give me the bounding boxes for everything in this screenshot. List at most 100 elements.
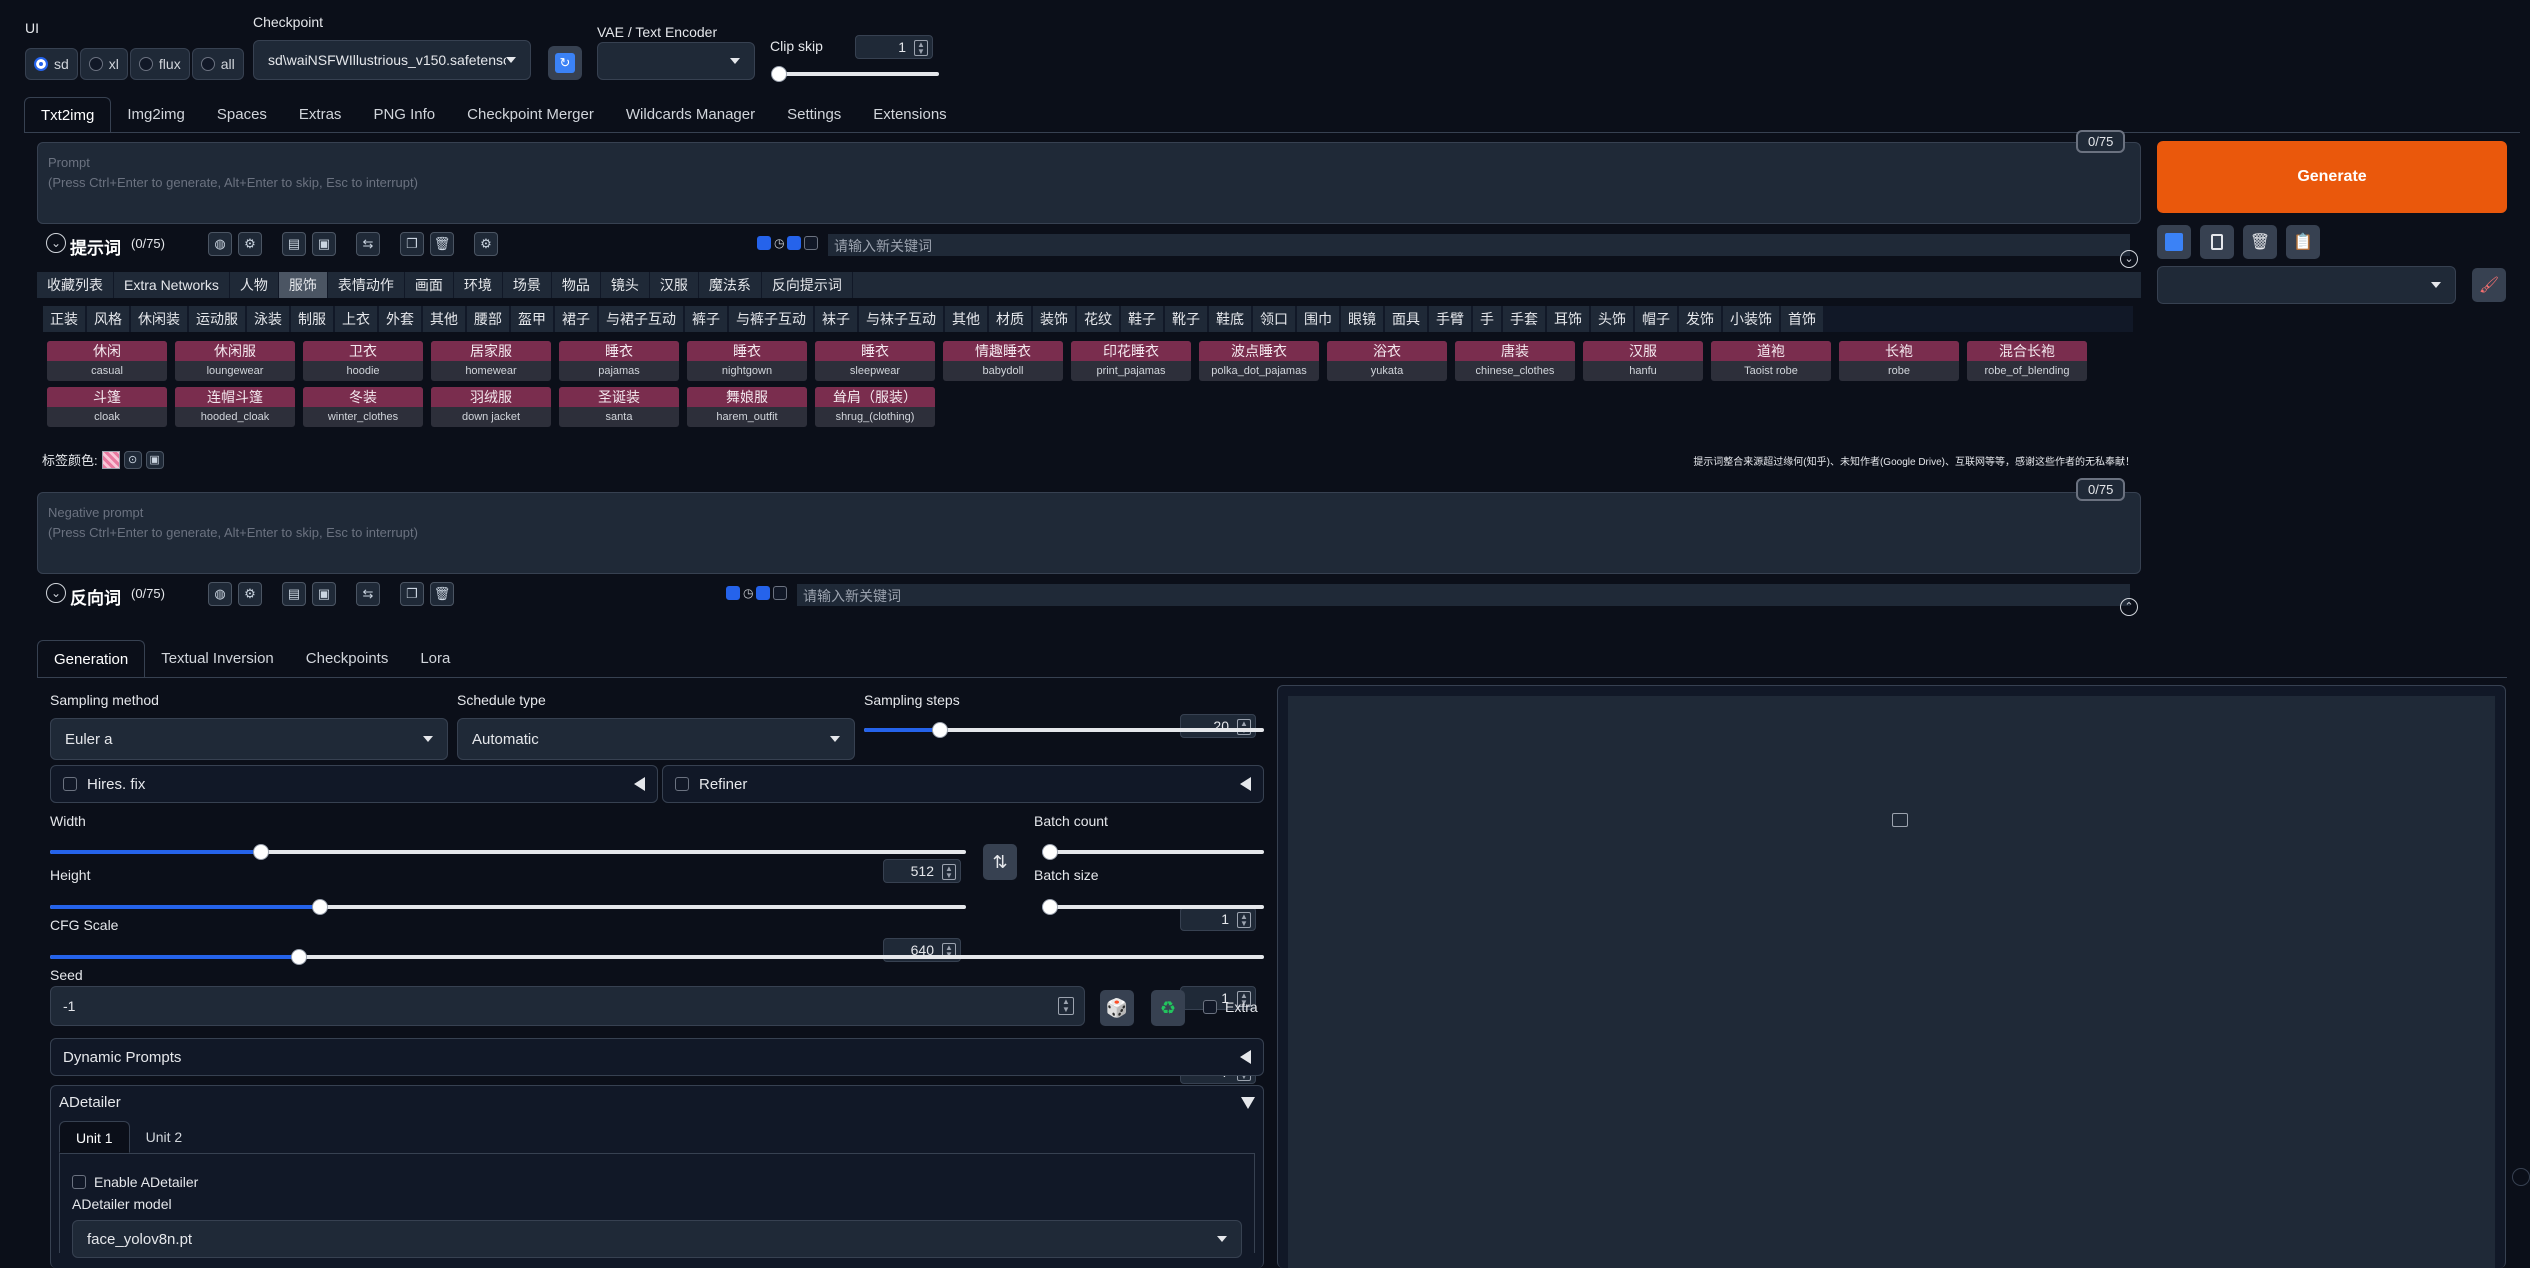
tag-subcategory[interactable]: 正装 — [43, 306, 85, 332]
batch-size-slider[interactable] — [1042, 899, 1264, 915]
refiner-accordion[interactable]: Refiner — [662, 765, 1264, 803]
tag-category[interactable]: 画面 — [405, 272, 454, 298]
stepper-icon[interactable]: ▲▼ — [1237, 912, 1251, 928]
scroll-handle-icon[interactable] — [2512, 1168, 2530, 1186]
tag-subcategory[interactable]: 帽子 — [1635, 306, 1677, 332]
tag-category-active[interactable]: 服饰 — [278, 272, 328, 298]
prompt-textarea[interactable]: Prompt (Press Ctrl+Enter to generate, Al… — [37, 142, 2141, 224]
tag-subcategory[interactable]: 装饰 — [1033, 306, 1075, 332]
tag-subcategory[interactable]: 耳饰 — [1547, 306, 1589, 332]
trash-icon[interactable]: 🗑 — [430, 582, 454, 606]
tab-txt2img[interactable]: Txt2img — [24, 97, 112, 133]
slider-track[interactable] — [50, 844, 966, 860]
tag-chip[interactable]: 圣诞装 santa — [559, 387, 679, 427]
checkpoint-dropdown[interactable]: sd\waiNSFWIllustrious_v150.safetensors — [253, 40, 531, 80]
tag-chip[interactable]: 道袍 Taoist robe — [1711, 341, 1831, 381]
tag-chip[interactable]: 舞娘服 harem_outfit — [687, 387, 807, 427]
toggle-checkbox[interactable] — [757, 236, 771, 250]
ui-radio-xl[interactable]: xl — [79, 48, 128, 80]
random-seed-button[interactable]: 🎲 — [1100, 990, 1134, 1026]
history-icon[interactable]: ▤ — [282, 232, 306, 256]
tag-subcategory[interactable]: 首饰 — [1781, 306, 1823, 332]
slider-track[interactable] — [50, 949, 1264, 965]
dynamic-prompts-accordion[interactable]: Dynamic Prompts — [50, 1038, 1264, 1076]
refresh-button[interactable]: ↻ — [548, 46, 582, 80]
vae-dropdown[interactable] — [597, 42, 755, 80]
ui-radio-flux[interactable]: flux — [129, 48, 190, 80]
sampling-steps-slider[interactable] — [864, 722, 1264, 738]
sampling-steps-input[interactable]: 20▲▼ — [1180, 714, 1256, 738]
tag-category[interactable]: 表情动作 — [328, 272, 405, 298]
tag-category[interactable]: 汉服 — [650, 272, 699, 298]
tag-subcategory[interactable]: 休闲装 — [131, 306, 187, 332]
tag-subcategory[interactable]: 靴子 — [1165, 306, 1207, 332]
tag-chip[interactable]: 汉服 hanfu — [1583, 341, 1703, 381]
tag-subcategory[interactable]: 其他 — [423, 306, 465, 332]
tag-chip[interactable]: 浴衣 yukata — [1327, 341, 1447, 381]
stepper-icon[interactable]: ▲▼ — [942, 864, 956, 880]
tab-spaces[interactable]: Spaces — [201, 97, 283, 133]
tab-wildcards-manager[interactable]: Wildcards Manager — [610, 97, 771, 133]
tag-chip[interactable]: 卫衣 hoodie — [303, 341, 423, 381]
slider-thumb[interactable] — [290, 949, 307, 965]
slider-track[interactable] — [1042, 844, 1264, 860]
tag-subcategory[interactable]: 泳装 — [247, 306, 289, 332]
tab-settings[interactable]: Settings — [771, 97, 857, 133]
refiner-checkbox[interactable] — [675, 777, 689, 791]
tag-subcategory[interactable]: 头饰 — [1591, 306, 1633, 332]
edit-styles-button[interactable]: 🖌 — [2472, 268, 2506, 302]
batch-count-slider[interactable] — [1042, 844, 1264, 860]
copy-icon[interactable]: ❐ — [400, 232, 424, 256]
bookmark-icon[interactable]: ▣ — [312, 582, 336, 606]
tag-subcategory[interactable]: 风格 — [87, 306, 129, 332]
expand-icon[interactable]: ⌄ — [2120, 250, 2138, 268]
copy-icon[interactable]: ❐ — [400, 582, 424, 606]
trash-button[interactable]: 🗑 — [2243, 225, 2277, 259]
tab-img2img[interactable]: Img2img — [111, 97, 201, 133]
collapse-up-icon[interactable]: ⌃ — [2120, 598, 2138, 616]
slider-thumb[interactable] — [252, 844, 269, 860]
tag-subcategory[interactable]: 围巾 — [1297, 306, 1339, 332]
stepper-icon[interactable]: ▲▼ — [914, 40, 928, 56]
output-image-area[interactable] — [1288, 696, 2495, 1268]
tag-category[interactable]: 收藏列表 — [37, 272, 114, 298]
tag-chip[interactable]: 情趣睡衣 babydoll — [943, 341, 1063, 381]
tag-chip[interactable]: 休闲服 loungewear — [175, 341, 295, 381]
toggle-checkbox[interactable] — [787, 236, 802, 250]
tag-category[interactable]: Extra Networks — [114, 272, 230, 298]
history-icon[interactable]: ▤ — [282, 582, 306, 606]
keyword-input[interactable]: 请输入新关键词 — [828, 234, 2130, 256]
tag-chip[interactable]: 睡衣 pajamas — [559, 341, 679, 381]
sampling-method-dropdown[interactable]: Euler a — [50, 718, 448, 760]
tag-subcategory[interactable]: 发饰 — [1679, 306, 1721, 332]
tab-checkpoints[interactable]: Checkpoints — [290, 640, 405, 678]
stepper-icon[interactable]: ▲▼ — [1058, 997, 1074, 1015]
tag-chip[interactable]: 休闲 casual — [47, 341, 167, 381]
tag-subcategory[interactable]: 腰部 — [467, 306, 509, 332]
slider-thumb[interactable] — [1042, 899, 1058, 915]
batch-count-input[interactable]: 1 ▲ ▼ — [1180, 907, 1256, 931]
tag-chip[interactable]: 印花睡衣 print_pajamas — [1071, 341, 1191, 381]
color-swatch[interactable] — [101, 450, 120, 469]
tag-subcategory[interactable]: 眼镜 — [1341, 306, 1383, 332]
clipboard-button[interactable]: 📋 — [2286, 225, 2320, 259]
clear-style-button[interactable] — [2200, 225, 2234, 259]
tag-subcategory[interactable]: 材质 — [989, 306, 1031, 332]
reset-color-icon[interactable]: ⊙ — [123, 450, 142, 469]
collapse-down-icon[interactable] — [1241, 1096, 1255, 1109]
tag-chip[interactable]: 长袍 robe — [1839, 341, 1959, 381]
toggle-checkbox[interactable] — [773, 586, 788, 600]
collapse-icon[interactable]: ⌄ — [46, 583, 66, 603]
toggle-checkbox[interactable] — [804, 236, 819, 250]
tab-generation[interactable]: Generation — [37, 640, 146, 678]
trash-icon[interactable]: 🗑 — [430, 232, 454, 256]
adetailer-title[interactable]: ADetailer — [59, 1094, 121, 1111]
collapse-icon[interactable]: ⌄ — [46, 233, 66, 253]
tag-subcategory[interactable]: 手 — [1473, 306, 1501, 332]
ui-radio-sd[interactable]: sd — [25, 48, 78, 80]
tag-subcategory[interactable]: 外套 — [379, 306, 421, 332]
reuse-seed-button[interactable]: ♻ — [1151, 990, 1185, 1026]
tag-chip[interactable]: 波点睡衣 polka_dot_pajamas — [1199, 341, 1319, 381]
tag-chip[interactable]: 耸肩（服装） shrug_(clothing) — [815, 387, 935, 427]
save-color-icon[interactable]: ▣ — [145, 450, 164, 469]
